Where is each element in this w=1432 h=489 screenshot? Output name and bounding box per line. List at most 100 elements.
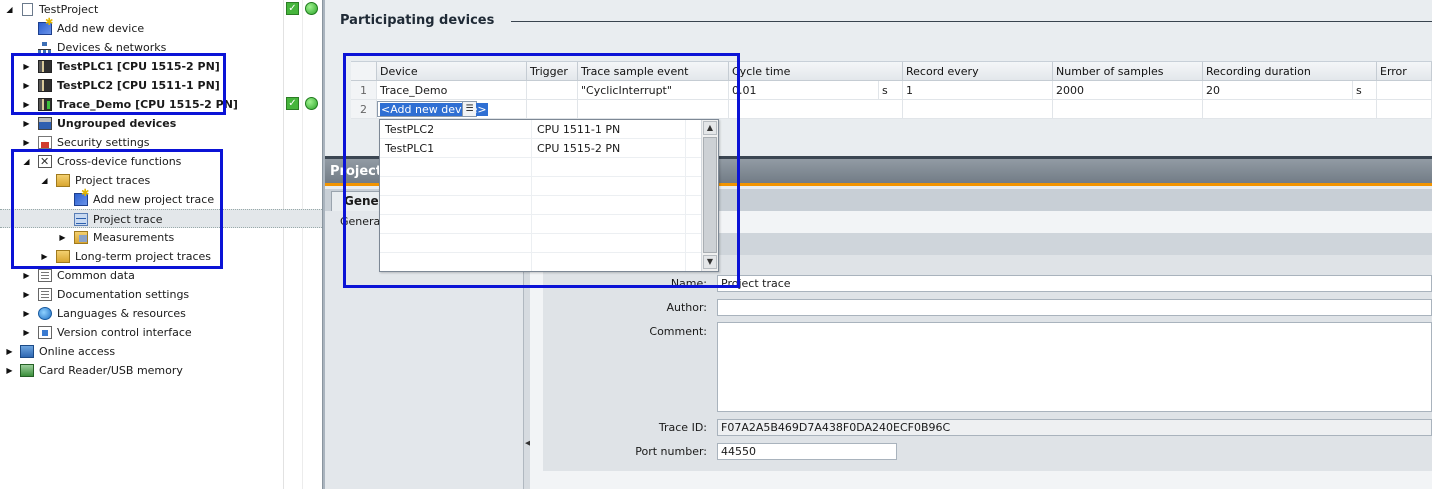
tree-item-trace-demo[interactable]: ▶ Trace_Demo [CPU 1515-2 PN]: [0, 95, 283, 114]
card-reader-icon: [20, 364, 34, 377]
project-icon: [22, 3, 33, 16]
ungrouped-icon: [38, 117, 52, 130]
row-number: 1: [351, 81, 377, 100]
tree-item-long-term-project-traces[interactable]: ▶ Long-term project traces: [0, 247, 283, 266]
tree-item-add-new-device[interactable]: Add new device: [0, 17, 283, 38]
expand-icon[interactable]: ▶: [22, 285, 31, 304]
cell-record-every[interactable]: 1: [903, 81, 1053, 100]
tree-item-languages-resources[interactable]: ▶ Languages & resources: [0, 304, 283, 323]
cell-recording-duration[interactable]: 20: [1203, 81, 1353, 100]
author-field[interactable]: [717, 299, 1432, 316]
comment-field[interactable]: [717, 322, 1432, 412]
tree-item-label: TestProject: [39, 3, 99, 16]
list-icon[interactable]: ☰: [462, 102, 476, 116]
network-icon: [38, 41, 52, 54]
expand-icon[interactable]: ▶: [22, 304, 31, 323]
tree-item-testproject[interactable]: ◢ TestProject: [0, 0, 283, 19]
column-header-sample-event[interactable]: Trace sample event: [578, 62, 729, 81]
dropdown-option[interactable]: TestPLC1 CPU 1515-2 PN: [380, 139, 702, 158]
cell-device[interactable]: <Add new device> ☰: [377, 100, 527, 119]
tree-item-documentation-settings[interactable]: ▶ Documentation settings: [0, 285, 283, 304]
column-header-error[interactable]: Error: [1377, 62, 1432, 81]
tree-item-project-traces[interactable]: ◢ Project traces: [0, 171, 283, 190]
version-control-icon: [38, 326, 52, 339]
online-status-icon: [305, 2, 318, 15]
tree-item-cross-device-functions[interactable]: ◢ Cross-device functions: [0, 152, 283, 171]
column-header-device[interactable]: Device: [377, 62, 527, 81]
tree-item-testplc2[interactable]: ▶ TestPLC2 [CPU 1511-1 PN]: [0, 76, 283, 95]
cell-sample-event[interactable]: "CyclicInterrupt": [578, 81, 729, 100]
cell-cycle-time[interactable]: 0.01: [729, 81, 879, 100]
cell-device[interactable]: Trace_Demo: [377, 81, 527, 100]
tree-item-online-access[interactable]: ▶ Online access: [0, 342, 283, 361]
port-number-field[interactable]: 44550: [717, 443, 897, 460]
expand-icon[interactable]: ▶: [58, 228, 67, 247]
checkmark-status-icon: ✓: [286, 2, 299, 15]
cell-number-of-samples[interactable]: 2000: [1053, 81, 1203, 100]
expand-icon[interactable]: ▶: [22, 57, 31, 76]
expand-icon[interactable]: ▶: [22, 95, 31, 114]
name-field[interactable]: Project trace: [717, 275, 1432, 292]
expand-icon[interactable]: ▶: [5, 342, 14, 361]
tree-item-project-trace[interactable]: Project trace: [0, 209, 322, 228]
cell-record-every[interactable]: [903, 100, 1053, 119]
expand-icon[interactable]: ▶: [5, 361, 14, 380]
column-header-cycle-time[interactable]: Cycle time: [729, 62, 903, 81]
cell-sample-event[interactable]: [578, 100, 729, 119]
tree-item-label: Project trace: [93, 213, 163, 226]
tree-item-version-control-interface[interactable]: ▶ Version control interface: [0, 323, 283, 342]
expand-icon[interactable]: ▶: [22, 266, 31, 285]
tree-item-label: TestPLC1 [CPU 1515-2 PN]: [57, 60, 220, 73]
tab-general[interactable]: General: [331, 191, 386, 211]
expand-icon[interactable]: ▶: [22, 323, 31, 342]
column-header-recording-duration[interactable]: Recording duration: [1203, 62, 1377, 81]
collapse-icon[interactable]: ◢: [40, 171, 49, 190]
tree-item-add-new-project-trace[interactable]: Add new project trace: [0, 188, 283, 209]
tree-item-label: Project traces: [75, 174, 151, 187]
tree-item-testplc1[interactable]: ▶ TestPLC1 [CPU 1515-2 PN]: [0, 57, 283, 76]
cell-recording-duration[interactable]: [1203, 100, 1377, 119]
dropdown-empty-row: [380, 177, 702, 196]
tree-item-label: Security settings: [57, 136, 150, 149]
scroll-up-icon[interactable]: ▲: [703, 121, 717, 135]
cell-cycle-unit: s: [879, 81, 903, 100]
cell-cycle-time[interactable]: [729, 100, 903, 119]
plc-icon: [38, 79, 52, 92]
tree-item-measurements[interactable]: ▶ Measurements: [0, 228, 283, 247]
plc-online-icon: [38, 98, 52, 111]
column-header-trigger[interactable]: Trigger: [527, 62, 578, 81]
tree-item-card-reader[interactable]: ▶ Card Reader/USB memory: [0, 361, 283, 380]
collapse-icon[interactable]: ◢: [22, 152, 31, 171]
tree-item-label: Add new project trace: [93, 193, 215, 206]
column-header-number-of-samples[interactable]: Number of samples: [1053, 62, 1203, 81]
tree-item-common-data[interactable]: ▶ Common data: [0, 266, 283, 285]
cell-number-of-samples[interactable]: [1053, 100, 1203, 119]
dropdown-option[interactable]: TestPLC2 CPU 1511-1 PN: [380, 120, 702, 139]
add-device-icon: [38, 17, 53, 35]
tree-item-security-settings[interactable]: ▶ Security settings: [0, 133, 283, 152]
row-number: 2: [351, 100, 377, 119]
scrollbar-thumb[interactable]: [703, 137, 717, 253]
dropdown-scrollbar[interactable]: ▲ ▼: [701, 120, 718, 271]
nav-item-general[interactable]: General: [340, 215, 383, 228]
collapse-icon[interactable]: ◢: [5, 0, 14, 19]
expand-icon[interactable]: ▶: [22, 114, 31, 133]
tree-item-ungrouped-devices[interactable]: ▶ Ungrouped devices: [0, 114, 283, 133]
security-icon: [38, 136, 52, 149]
tree-item-label: Cross-device functions: [57, 155, 182, 168]
cell-trigger[interactable]: [527, 100, 578, 119]
column-header-record-every[interactable]: Record every: [903, 62, 1053, 81]
expand-icon[interactable]: ▶: [40, 247, 49, 266]
tree-item-devices-networks[interactable]: Devices & networks: [0, 38, 283, 57]
trace-id-field[interactable]: F07A2A5B469D7A438F0DA240ECF0B96C: [717, 419, 1432, 436]
section-divider: [511, 21, 1432, 22]
expand-icon[interactable]: ▶: [22, 133, 31, 152]
tree-item-label: Devices & networks: [57, 41, 167, 54]
add-device-combobox[interactable]: <Add new device> ☰: [377, 101, 488, 117]
expand-icon[interactable]: ▶: [22, 76, 31, 95]
cell-trigger[interactable]: [527, 81, 578, 100]
scroll-down-icon[interactable]: ▼: [703, 255, 717, 269]
cell-duration-unit: s: [1353, 81, 1377, 100]
tree-item-label: Version control interface: [57, 326, 192, 339]
online-access-icon: [20, 345, 34, 358]
